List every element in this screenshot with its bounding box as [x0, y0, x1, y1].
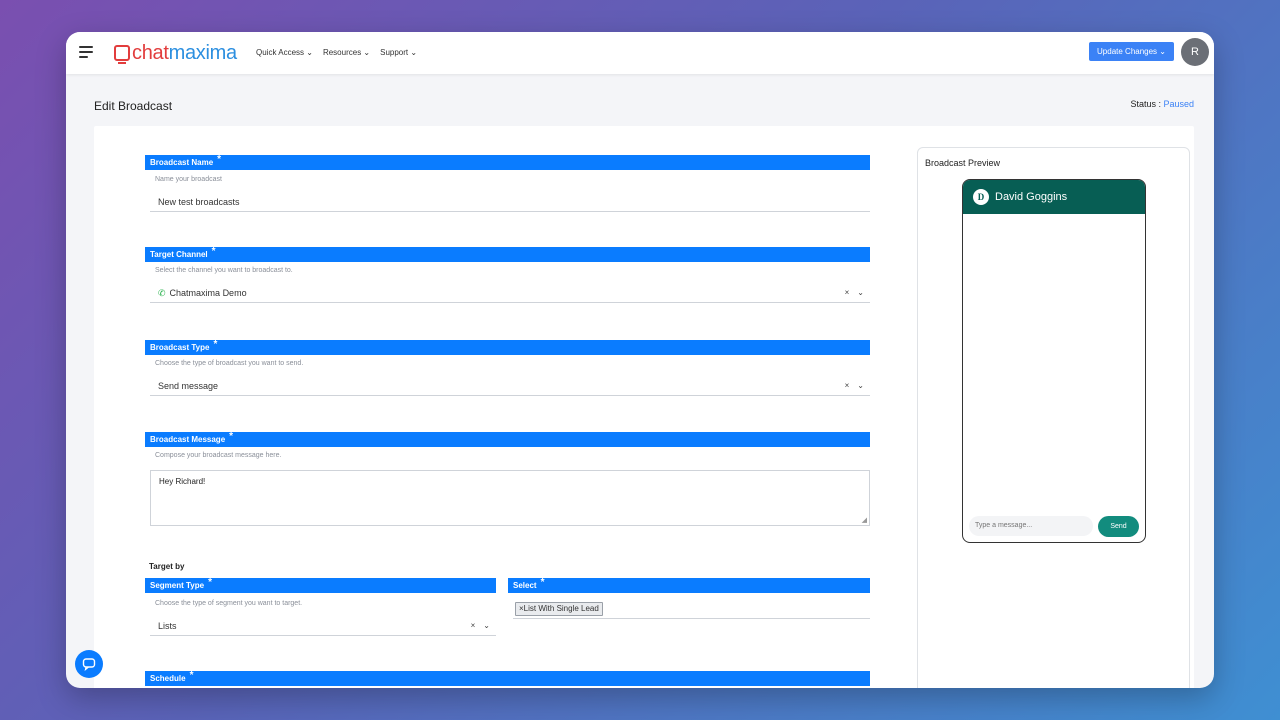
broadcast-type-header: Broadcast Type * [145, 339, 870, 355]
broadcast-type-label: Broadcast Type [150, 343, 210, 352]
phone-mockup: D David Goggins Send [962, 179, 1146, 543]
message-input[interactable] [969, 516, 1093, 536]
segment-type-value: Lists [158, 621, 177, 631]
nav-quick-access[interactable]: Quick Access ⌄ [256, 48, 313, 57]
nav-menu: Quick Access ⌄ Resources ⌄ Support ⌄ [256, 48, 417, 57]
broadcast-message-textarea[interactable]: Hey Richard! ◢ [150, 470, 870, 526]
segment-type-header: Segment Type * [145, 577, 496, 593]
send-button[interactable]: Send [1098, 516, 1139, 537]
chat-header: D David Goggins [963, 180, 1145, 214]
app-window: chatmaxima Quick Access ⌄ Resources ⌄ Su… [66, 32, 1214, 688]
target-channel-value: Chatmaxima Demo [169, 288, 247, 298]
logo-maxima-text: maxima [168, 42, 238, 64]
broadcast-type-value: Send message [158, 381, 219, 391]
preview-title: Broadcast Preview [925, 158, 1001, 168]
required-star: * [229, 431, 234, 442]
required-star: * [208, 577, 212, 588]
broadcast-name-hint: Name your broadcast [155, 176, 222, 183]
broadcast-type-select[interactable]: Send message × ⌄ [150, 376, 870, 396]
status-label: Status : [1130, 99, 1164, 109]
broadcast-preview-panel: Broadcast Preview D David Goggins Send [917, 147, 1190, 688]
broadcast-name-value: New test broadcasts [158, 197, 240, 207]
resize-handle-icon[interactable]: ◢ [862, 516, 867, 524]
clear-icon[interactable]: × [845, 381, 850, 390]
clear-icon[interactable]: × [471, 621, 476, 630]
required-star: * [189, 670, 194, 681]
whatsapp-icon: ✆ [158, 288, 166, 298]
status-indicator: Status : Paused [1130, 99, 1194, 109]
nav-resources[interactable]: Resources ⌄ [323, 48, 370, 57]
top-navbar: chatmaxima Quick Access ⌄ Resources ⌄ Su… [66, 32, 1214, 74]
chevron-down-icon[interactable]: ⌄ [857, 288, 864, 297]
contact-name: David Goggins [995, 191, 1068, 203]
select-header: Select * [508, 577, 870, 593]
required-star: * [211, 246, 216, 257]
segment-type-label: Segment Type [150, 581, 205, 590]
page-title: Edit Broadcast [94, 99, 173, 113]
target-channel-select[interactable]: ✆ Chatmaxima Demo × ⌄ [150, 283, 870, 303]
required-star: * [213, 339, 218, 350]
target-by-heading: Target by [149, 562, 185, 571]
clear-icon[interactable]: × [845, 288, 850, 297]
logo[interactable]: chatmaxima [114, 41, 237, 65]
select-label: Select [513, 581, 537, 590]
broadcast-name-input[interactable]: New test broadcasts [150, 192, 870, 212]
update-changes-button[interactable]: Update Changes ⌄ [1089, 42, 1174, 61]
user-avatar[interactable]: R [1181, 38, 1209, 66]
target-channel-header: Target Channel * [145, 246, 870, 262]
selected-list-value: List With Single Lead [523, 604, 599, 613]
status-value: Paused [1163, 99, 1194, 109]
chat-support-button[interactable] [75, 650, 103, 678]
broadcast-type-hint: Choose the type of broadcast you want to… [155, 360, 304, 367]
schedule-label: Schedule [150, 674, 186, 683]
segment-type-select[interactable]: Lists × ⌄ [150, 616, 496, 636]
chevron-down-icon[interactable]: ⌄ [483, 621, 490, 630]
schedule-header: Schedule * [145, 670, 870, 686]
required-star: * [217, 154, 222, 165]
logo-chat-text: chat [132, 42, 169, 64]
required-star: * [540, 577, 545, 588]
chat-bubble-icon [82, 658, 96, 671]
broadcast-message-label: Broadcast Message [150, 435, 226, 444]
selected-list-chip[interactable]: ×List With Single Lead [515, 602, 603, 616]
broadcast-message-value: Hey Richard! [159, 477, 206, 486]
target-channel-label: Target Channel [150, 250, 208, 259]
broadcast-message-header: Broadcast Message * [145, 431, 870, 447]
nav-support[interactable]: Support ⌄ [380, 48, 417, 57]
broadcast-name-header: Broadcast Name * [145, 154, 870, 170]
menu-icon[interactable] [79, 46, 93, 58]
logo-icon [114, 45, 130, 64]
broadcast-name-label: Broadcast Name [150, 158, 214, 167]
target-channel-hint: Select the channel you want to broadcast… [155, 267, 293, 274]
chevron-down-icon[interactable]: ⌄ [857, 381, 864, 390]
contact-avatar: D [973, 189, 989, 205]
segment-type-hint: Choose the type of segment you want to t… [155, 600, 303, 607]
broadcast-message-hint: Compose your broadcast message here. [155, 452, 282, 459]
